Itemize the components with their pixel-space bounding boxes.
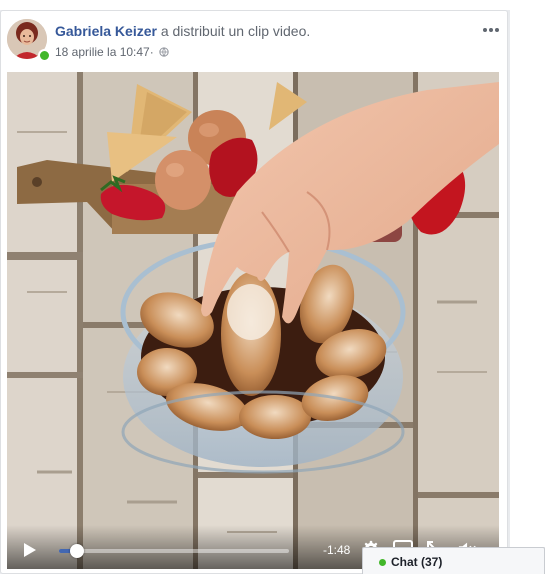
globe-icon[interactable] xyxy=(159,47,169,57)
online-status-dot xyxy=(38,49,51,62)
chat-bar[interactable]: Chat (37) xyxy=(362,547,545,574)
post-timestamp[interactable]: 18 aprilie la 10:47 xyxy=(55,45,150,59)
page: Gabriela Keizer a distribuit un clip vid… xyxy=(0,0,545,574)
more-options-icon[interactable] xyxy=(481,23,501,37)
play-icon[interactable] xyxy=(23,542,37,558)
right-strip xyxy=(510,0,545,547)
post-meta: 18 aprilie la 10:47 · xyxy=(55,45,169,59)
progress-handle[interactable] xyxy=(70,544,85,558)
post-card: Gabriela Keizer a distribuit un clip vid… xyxy=(0,10,508,574)
video-frame xyxy=(7,72,499,569)
time-remaining: -1:48 xyxy=(323,543,351,557)
top-strip xyxy=(0,0,510,10)
chat-label: Chat (37) xyxy=(391,555,443,569)
progress-bar[interactable] xyxy=(59,544,289,558)
author-line: Gabriela Keizer a distribuit un clip vid… xyxy=(55,23,310,39)
meta-separator: · xyxy=(149,45,154,59)
post-header: Gabriela Keizer a distribuit un clip vid… xyxy=(7,19,503,63)
video-player[interactable]: -1:48 xyxy=(7,72,499,569)
author-name-link[interactable]: Gabriela Keizer xyxy=(55,23,157,39)
post-action-text: a distribuit un clip video. xyxy=(156,23,311,39)
chat-online-dot xyxy=(379,559,386,566)
